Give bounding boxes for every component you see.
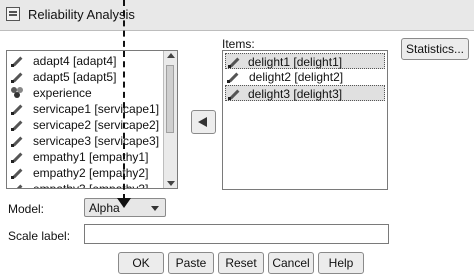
list-item[interactable]: delight1 [delight1] <box>225 53 385 69</box>
scroll-thumb[interactable] <box>166 65 174 133</box>
scale-pencil-icon <box>227 71 239 83</box>
dialog-icon <box>6 7 20 21</box>
paste-button[interactable]: Paste <box>168 252 214 274</box>
model-label: Model: <box>8 202 45 216</box>
source-list-scrollbar[interactable] <box>163 51 177 188</box>
scale-pencil-icon <box>228 88 240 100</box>
chevron-down-icon <box>151 206 159 211</box>
move-to-items-button[interactable] <box>191 110 216 134</box>
items-label: Items: <box>222 37 255 51</box>
scroll-down-icon[interactable] <box>167 181 175 186</box>
title-bar: Reliability Analysis <box>0 0 474 31</box>
scale-pencil-icon <box>11 103 23 115</box>
annotation-arrow-head <box>117 198 131 208</box>
help-button[interactable]: Help <box>318 252 364 274</box>
list-item[interactable]: delight3 [delight3] <box>225 85 385 101</box>
scale-pencil-icon <box>11 151 23 163</box>
items-list[interactable]: delight1 [delight1] delight2 [delight2] … <box>222 50 388 190</box>
nominal-people-icon <box>11 87 23 99</box>
scale-pencil-icon <box>11 183 23 188</box>
scale-pencil-icon <box>11 135 23 147</box>
arrow-left-icon <box>198 117 207 127</box>
statistics-button[interactable]: Statistics... <box>401 38 469 60</box>
reset-button[interactable]: Reset <box>218 252 264 274</box>
scale-pencil-icon <box>11 119 23 131</box>
annotation-arrow-line <box>123 0 125 200</box>
scale-pencil-icon <box>11 55 23 67</box>
source-variable-list[interactable]: adapt4 [adapt4] adapt5 [adapt5] experien… <box>6 50 178 189</box>
ok-button[interactable]: OK <box>118 252 164 274</box>
scale-pencil-icon <box>11 71 23 83</box>
scale-label: Scale label: <box>8 229 71 243</box>
scale-label-input[interactable] <box>84 224 389 244</box>
scale-pencil-icon <box>11 167 23 179</box>
cancel-button[interactable]: Cancel <box>268 252 314 274</box>
scroll-up-icon[interactable] <box>167 53 175 58</box>
window-title: Reliability Analysis <box>28 7 135 22</box>
scale-pencil-icon <box>228 56 240 68</box>
